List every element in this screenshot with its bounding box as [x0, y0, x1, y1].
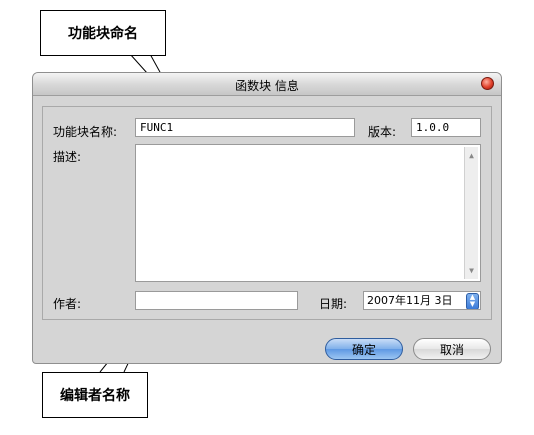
description-textarea[interactable]: ▲ ▼	[135, 144, 481, 282]
close-icon[interactable]	[481, 77, 494, 90]
ok-button-label: 确定	[351, 342, 376, 357]
stepper-icon[interactable]: ▲ ▼	[466, 293, 479, 309]
name-label: 功能块名称:	[53, 125, 118, 139]
ok-button[interactable]: 确定	[325, 338, 403, 360]
date-value: 2007年11月 3日	[367, 294, 453, 307]
description-scrollbar[interactable]: ▲ ▼	[464, 147, 478, 279]
version-field[interactable]: 1.0.0	[411, 118, 481, 137]
bottom-callout-text: 编辑者名称	[60, 388, 130, 404]
author-label: 作者:	[53, 297, 82, 311]
scroll-up-icon[interactable]: ▲	[467, 151, 476, 160]
date-field[interactable]: 2007年11月 3日 ▲ ▼	[363, 291, 481, 310]
top-callout-text: 功能块命名	[68, 26, 138, 42]
description-label: 描述:	[53, 150, 82, 164]
author-field[interactable]	[135, 291, 298, 310]
cancel-button[interactable]: 取消	[413, 338, 491, 360]
title-bar[interactable]: 函数块 信息	[33, 73, 501, 96]
name-field[interactable]: FUNC1	[135, 118, 355, 137]
dialog-title: 函数块 信息	[235, 79, 299, 93]
function-block-naming-callout: 功能块命名	[40, 10, 166, 56]
function-block-info-dialog: 函数块 信息 功能块名称: FUNC1 版本: 1.0.0 描述: ▲ ▼ 作者…	[32, 72, 502, 364]
date-label: 日期:	[319, 297, 348, 311]
editor-name-callout: 编辑者名称	[42, 372, 148, 418]
version-label: 版本:	[368, 125, 397, 139]
scroll-down-icon[interactable]: ▼	[467, 266, 476, 275]
cancel-button-label: 取消	[439, 342, 464, 357]
